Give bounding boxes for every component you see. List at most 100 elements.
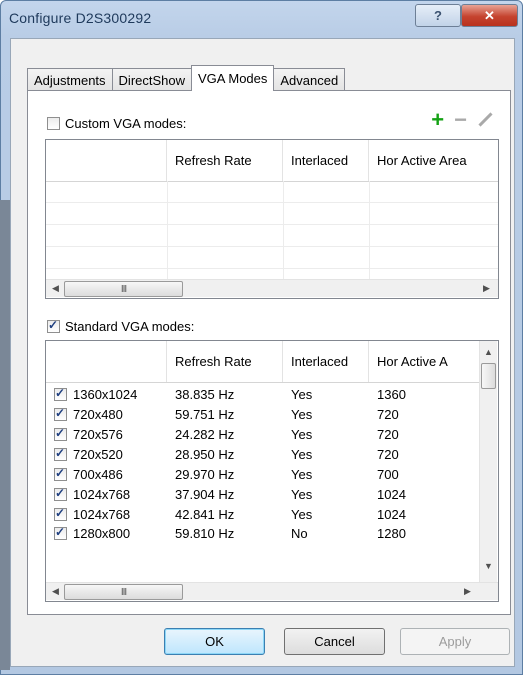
- interlaced-cell: Yes: [291, 407, 313, 422]
- refresh-cell: 37.904 Hz: [175, 487, 235, 502]
- standard-col-hor-active[interactable]: Hor Active A: [369, 341, 481, 382]
- interlaced-cell: Yes: [291, 467, 313, 482]
- custom-grid-vline: [369, 181, 370, 280]
- table-row[interactable]: 700x486 29.970 Hz Yes 700: [46, 465, 479, 484]
- refresh-cell: 38.835 Hz: [175, 387, 235, 402]
- refresh-cell: 59.810 Hz: [175, 526, 235, 541]
- row-checkbox[interactable]: [54, 487, 67, 501]
- refresh-cell: 28.950 Hz: [175, 447, 235, 462]
- mode-cell: 720x576: [73, 427, 123, 442]
- custom-grid-line: [46, 246, 498, 247]
- custom-modes-grid[interactable]: Refresh Rate Interlaced Hor Active Area …: [45, 139, 499, 299]
- scroll-thumb[interactable]: III: [64, 584, 183, 600]
- ok-button[interactable]: OK: [164, 628, 265, 655]
- mode-cell: 1360x1024: [73, 387, 138, 402]
- row-checkbox[interactable]: [54, 467, 67, 481]
- apply-button[interactable]: Apply: [400, 628, 510, 655]
- standard-grid-header: Refresh Rate Interlaced Hor Active A: [46, 341, 481, 383]
- row-checkbox[interactable]: [54, 526, 67, 540]
- custom-vga-modes-checkbox[interactable]: [47, 117, 60, 130]
- hor-cell: 1360: [377, 387, 406, 402]
- custom-vga-modes-label: Custom VGA modes:: [65, 116, 187, 131]
- hor-cell: 1280: [377, 526, 406, 541]
- custom-col-hor-active[interactable]: Hor Active Area: [369, 140, 498, 181]
- mode-cell: 1280x800: [73, 526, 131, 541]
- refresh-cell: 29.970 Hz: [175, 467, 235, 482]
- scroll-right-arrow[interactable]: ▶: [479, 281, 494, 296]
- window-edge: [0, 200, 10, 670]
- row-checkbox[interactable]: [54, 427, 67, 441]
- tab-vga-modes[interactable]: VGA Modes: [191, 65, 275, 91]
- scroll-down-arrow[interactable]: ▼: [481, 558, 496, 573]
- interlaced-cell: Yes: [291, 427, 313, 442]
- tab-advanced[interactable]: Advanced: [273, 68, 346, 91]
- cancel-button[interactable]: Cancel: [284, 628, 385, 655]
- mode-cell: 1024x768: [73, 507, 131, 522]
- table-row[interactable]: 720x576 24.282 Hz Yes 720: [46, 425, 479, 444]
- table-row[interactable]: 1024x768 37.904 Hz Yes 1024: [46, 485, 479, 504]
- custom-grid-header: Refresh Rate Interlaced Hor Active Area: [46, 140, 498, 182]
- interlaced-cell: No: [291, 526, 308, 541]
- hor-cell: 720: [377, 427, 399, 442]
- standard-col-mode[interactable]: [46, 341, 167, 382]
- tab-directshow[interactable]: DirectShow: [111, 68, 193, 91]
- add-icon[interactable]: +: [431, 109, 444, 131]
- interlaced-cell: Yes: [291, 447, 313, 462]
- hor-cell: 720: [377, 407, 399, 422]
- custom-grid-vline: [167, 181, 168, 280]
- scroll-thumb[interactable]: III: [64, 281, 183, 297]
- table-row[interactable]: 1280x800 59.810 Hz No 1280: [46, 525, 479, 542]
- hor-cell: 1024: [377, 487, 406, 502]
- row-checkbox[interactable]: [54, 447, 67, 461]
- custom-vga-modes-row[interactable]: Custom VGA modes:: [47, 116, 186, 131]
- row-checkbox[interactable]: [54, 507, 67, 521]
- custom-grid-vline: [283, 181, 284, 280]
- custom-grid-line: [46, 202, 498, 203]
- standard-vscrollbar[interactable]: ▲ ▼: [479, 341, 497, 582]
- tab-strip: Adjustments DirectShow VGA Modes Advance…: [27, 65, 346, 91]
- refresh-cell: 24.282 Hz: [175, 427, 235, 442]
- table-row[interactable]: 1360x1024 38.835 Hz Yes 1360: [46, 385, 479, 404]
- scroll-left-arrow[interactable]: ◀: [48, 281, 63, 296]
- standard-vga-modes-label: Standard VGA modes:: [65, 319, 195, 334]
- interlaced-cell: Yes: [291, 507, 313, 522]
- mode-cell: 1024x768: [73, 487, 131, 502]
- close-button[interactable]: ✕: [461, 4, 518, 27]
- custom-hscrollbar[interactable]: ◀ III ▶: [46, 279, 498, 297]
- custom-grid-line: [46, 268, 498, 269]
- help-button[interactable]: ?: [415, 4, 461, 27]
- table-row[interactable]: 1024x768 42.841 Hz Yes 1024: [46, 505, 479, 524]
- row-checkbox[interactable]: [54, 407, 67, 421]
- standard-vga-modes-checkbox[interactable]: [47, 318, 60, 333]
- window-title: Configure D2S300292: [9, 10, 152, 26]
- hor-cell: 700: [377, 467, 399, 482]
- standard-col-refresh[interactable]: Refresh Rate: [167, 341, 283, 382]
- scroll-right-arrow[interactable]: ▶: [460, 584, 475, 599]
- table-row[interactable]: 720x520 28.950 Hz Yes 720: [46, 445, 479, 464]
- edit-icon[interactable]: [477, 112, 493, 128]
- refresh-cell: 42.841 Hz: [175, 507, 235, 522]
- interlaced-cell: Yes: [291, 387, 313, 402]
- custom-col-refresh[interactable]: Refresh Rate: [167, 140, 283, 181]
- mode-cell: 720x480: [73, 407, 123, 422]
- table-row[interactable]: 720x480 59.751 Hz Yes 720: [46, 405, 479, 424]
- custom-grid-line: [46, 224, 498, 225]
- custom-col-interlaced[interactable]: Interlaced: [283, 140, 369, 181]
- standard-hscrollbar[interactable]: ◀ III ▶: [46, 582, 498, 600]
- custom-toolbar: + −: [431, 109, 493, 131]
- mode-cell: 700x486: [73, 467, 123, 482]
- tab-adjustments[interactable]: Adjustments: [27, 68, 113, 91]
- refresh-cell: 59.751 Hz: [175, 407, 235, 422]
- standard-vga-modes-row[interactable]: Standard VGA modes:: [47, 318, 195, 334]
- standard-modes-grid[interactable]: Refresh Rate Interlaced Hor Active A 136…: [45, 340, 499, 602]
- standard-col-interlaced[interactable]: Interlaced: [283, 341, 369, 382]
- remove-icon[interactable]: −: [454, 109, 467, 131]
- row-checkbox[interactable]: [54, 387, 67, 401]
- scroll-up-arrow[interactable]: ▲: [481, 344, 496, 359]
- hor-cell: 1024: [377, 507, 406, 522]
- custom-col-mode[interactable]: [46, 140, 167, 181]
- interlaced-cell: Yes: [291, 487, 313, 502]
- scroll-left-arrow[interactable]: ◀: [48, 584, 63, 599]
- scroll-thumb[interactable]: [481, 363, 496, 389]
- mode-cell: 720x520: [73, 447, 123, 462]
